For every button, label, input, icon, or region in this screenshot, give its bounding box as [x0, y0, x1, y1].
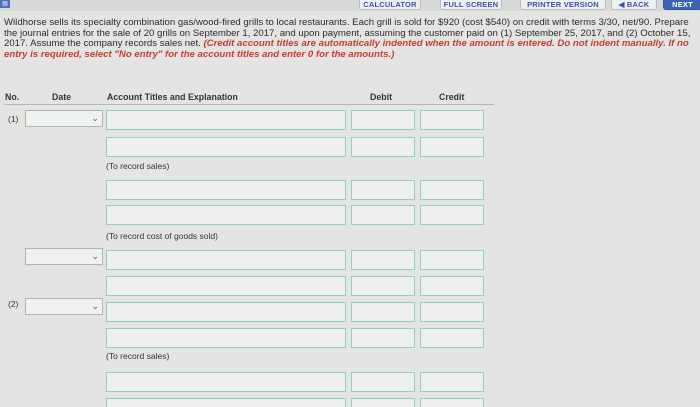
chevron-down-icon: ⌄	[91, 301, 99, 311]
calculator-button[interactable]: CALCULATOR	[359, 0, 421, 10]
top-toolbar: ▤ CALCULATOR FULL SCREEN PRINTER VERSION…	[0, 0, 700, 11]
printer-version-button[interactable]: PRINTER VERSION	[520, 0, 606, 10]
entry-2-debit-row-4[interactable]	[351, 398, 415, 407]
entry-2-note-sales: (To record sales)	[106, 351, 170, 361]
entry-1-account-row-3[interactable]	[106, 180, 346, 200]
entry-1-credit-row-2[interactable]	[420, 137, 484, 157]
header-date: Date	[52, 92, 72, 102]
entry-2-debit-row-1[interactable]	[351, 302, 415, 322]
entry-1-note-sales: (To record sales)	[106, 161, 170, 171]
entry-1-debit-row-4[interactable]	[351, 205, 415, 225]
entry-1-debit-row-1[interactable]	[351, 110, 415, 130]
header-account: Account Titles and Explanation	[107, 92, 238, 102]
entry-1-debit-row-2[interactable]	[351, 137, 415, 157]
entry-1-debit-row-3[interactable]	[351, 180, 415, 200]
entry-1-date-select[interactable]: ⌄	[25, 110, 103, 127]
header-no: No.	[5, 92, 20, 102]
entry-1-payment-date-select[interactable]: ⌄	[25, 248, 103, 265]
entry-1-payment-debit-row-1[interactable]	[351, 250, 415, 270]
entry-1-payment-credit-row-1[interactable]	[420, 250, 484, 270]
back-button[interactable]: ◀ BACK	[611, 0, 657, 10]
entry-1-payment-account-row-2[interactable]	[106, 276, 346, 296]
next-button[interactable]: NEXT	[663, 0, 700, 10]
entry-2-debit-row-2[interactable]	[351, 328, 415, 348]
entry-2-account-row-3[interactable]	[106, 372, 346, 392]
entry-2-label: (2)	[8, 299, 19, 309]
menu-icon[interactable]: ▤	[0, 0, 10, 8]
entry-1-credit-row-1[interactable]	[420, 110, 484, 130]
entry-1-account-row-1[interactable]	[106, 110, 346, 130]
entry-1-credit-row-3[interactable]	[420, 180, 484, 200]
entry-2-account-row-1[interactable]	[106, 302, 346, 322]
entry-2-date-select[interactable]: ⌄	[25, 298, 103, 315]
problem-statement: Wildhorse sells its specialty combinatio…	[4, 17, 694, 60]
entry-1-payment-debit-row-2[interactable]	[351, 276, 415, 296]
entry-1-note-cogs: (To record cost of goods sold)	[106, 231, 218, 241]
entry-2-account-row-4[interactable]	[106, 398, 346, 407]
entry-1-account-row-4[interactable]	[106, 205, 346, 225]
header-divider	[4, 104, 494, 105]
entry-2-credit-row-2[interactable]	[420, 328, 484, 348]
entry-1-account-row-2[interactable]	[106, 137, 346, 157]
header-credit: Credit	[439, 92, 465, 102]
entry-1-label: (1)	[8, 114, 19, 124]
header-debit: Debit	[370, 92, 392, 102]
entry-2-credit-row-3[interactable]	[420, 372, 484, 392]
chevron-down-icon: ⌄	[91, 251, 99, 261]
entry-1-payment-credit-row-2[interactable]	[420, 276, 484, 296]
entry-2-debit-row-3[interactable]	[351, 372, 415, 392]
entry-2-credit-row-4[interactable]	[420, 398, 484, 407]
entry-2-credit-row-1[interactable]	[420, 302, 484, 322]
entry-2-account-row-2[interactable]	[106, 328, 346, 348]
full-screen-button[interactable]: FULL SCREEN	[440, 0, 502, 10]
chevron-down-icon: ⌄	[91, 113, 99, 123]
entry-1-payment-account-row-1[interactable]	[106, 250, 346, 270]
entry-1-credit-row-4[interactable]	[420, 205, 484, 225]
